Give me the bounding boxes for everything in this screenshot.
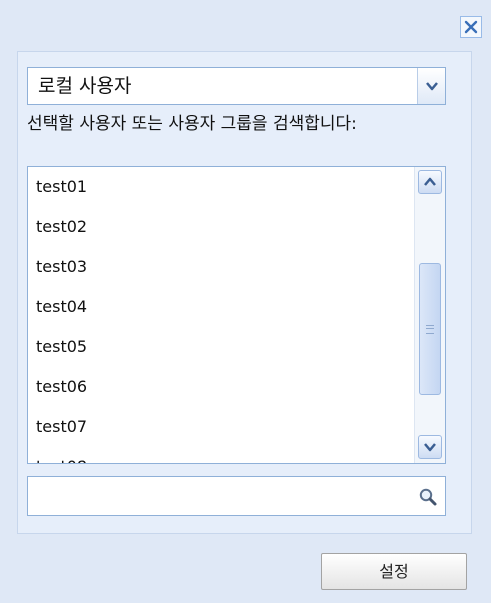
grip-icon bbox=[426, 324, 434, 334]
close-icon bbox=[464, 20, 478, 34]
chevron-down-icon bbox=[424, 443, 436, 452]
list-item-partial[interactable]: test08 bbox=[28, 447, 414, 463]
close-button[interactable] bbox=[460, 16, 482, 38]
scope-select-trigger[interactable] bbox=[417, 68, 445, 104]
list-item[interactable]: test07 bbox=[28, 407, 414, 447]
list-scrollbar[interactable] bbox=[414, 167, 445, 463]
chevron-up-icon bbox=[424, 177, 436, 186]
scroll-thumb[interactable] bbox=[419, 263, 441, 395]
list-item[interactable]: test04 bbox=[28, 287, 414, 327]
list-item[interactable]: test06 bbox=[28, 367, 414, 407]
list-item[interactable]: test05 bbox=[28, 327, 414, 367]
search-field[interactable] bbox=[27, 476, 446, 516]
scroll-up-button[interactable] bbox=[418, 170, 442, 194]
chevron-down-icon bbox=[425, 82, 438, 91]
user-picker-dialog: 로컬 사용자 선택할 사용자 또는 사용자 그룹을 검색합니다: test01 … bbox=[0, 0, 491, 603]
search-icon[interactable] bbox=[418, 487, 438, 507]
confirm-button[interactable]: 설정 bbox=[321, 553, 467, 590]
search-input[interactable] bbox=[28, 477, 413, 515]
list-item[interactable]: test02 bbox=[28, 207, 414, 247]
scope-select-value: 로컬 사용자 bbox=[38, 75, 132, 97]
scroll-down-button[interactable] bbox=[418, 435, 442, 459]
list-item[interactable]: test03 bbox=[28, 247, 414, 287]
user-list[interactable]: test01 test02 test03 test04 test05 test0… bbox=[27, 166, 446, 464]
search-description: 선택할 사용자 또는 사용자 그룹을 검색합니다: bbox=[27, 114, 357, 134]
scope-select[interactable]: 로컬 사용자 bbox=[27, 67, 446, 105]
user-list-items: test01 test02 test03 test04 test05 test0… bbox=[28, 167, 414, 463]
list-item[interactable]: test01 bbox=[28, 167, 414, 207]
